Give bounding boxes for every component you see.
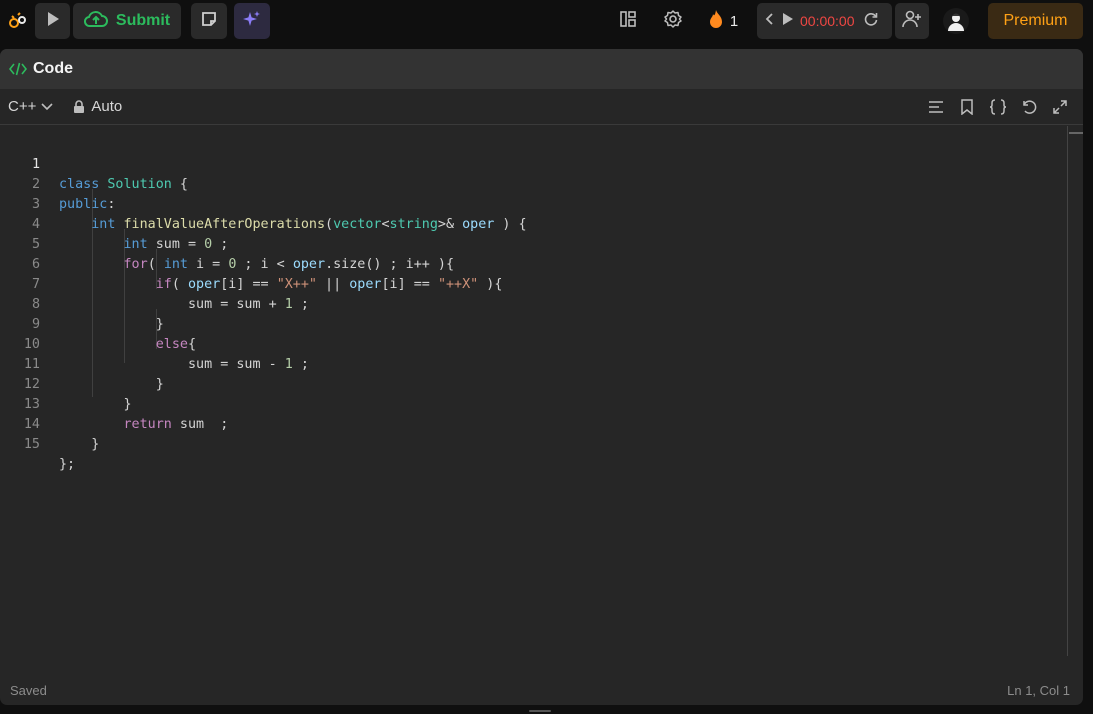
notes-button[interactable] <box>191 3 227 39</box>
leetcode-logo-icon[interactable] <box>4 3 32 39</box>
layout-icon <box>619 10 637 33</box>
layout-button[interactable] <box>614 3 642 39</box>
run-icon <box>46 11 60 32</box>
streak-counter[interactable]: 1 <box>705 3 741 39</box>
bookmark-icon[interactable] <box>951 99 982 115</box>
code-line: 1 class Solution { <box>0 135 1060 192</box>
expand-icon[interactable] <box>1044 99 1075 115</box>
fire-icon <box>708 9 724 34</box>
code-line: 12 } <box>0 355 1060 412</box>
code-line: 6 if( oper[i] == "X++" || oper[i] == "++… <box>0 235 1060 292</box>
top-bar: Submit 1 00:00:00 Premium <box>0 0 1093 44</box>
cloud-upload-icon <box>83 10 108 33</box>
chevron-left-icon[interactable] <box>765 12 775 31</box>
code-line: 4 int sum = 0 ; <box>0 195 1060 252</box>
code-line: 15 }; <box>0 415 1060 472</box>
editor-toolbar: C++ Auto <box>0 89 1083 125</box>
timer-display: 00:00:00 <box>800 13 855 29</box>
code-line: 7 sum = sum + 1 ; <box>0 255 1060 312</box>
add-user-button[interactable] <box>895 3 929 39</box>
line-number: 15 <box>23 437 40 452</box>
code-line: 10 sum = sum - 1 ; <box>0 315 1060 372</box>
save-status: Saved <box>10 682 47 698</box>
auto-mode-toggle[interactable]: Auto <box>73 98 122 115</box>
auto-mode-label: Auto <box>91 98 123 115</box>
editor-scrollbar[interactable] <box>1067 126 1068 656</box>
code-panel: Code C++ Auto 1 class Solution {2 publi… <box>0 49 1083 705</box>
lock-icon <box>73 99 85 114</box>
code-line: 9 else{ <box>0 295 1060 352</box>
submit-button[interactable]: Submit <box>73 3 181 39</box>
avatar[interactable] <box>942 3 970 39</box>
undo-icon[interactable] <box>1013 99 1044 115</box>
resize-handle[interactable] <box>529 710 551 712</box>
code-line: 5 for( int i = 0 ; i < oper.size() ; i++… <box>0 215 1060 272</box>
code-line: 8 } <box>0 275 1060 332</box>
sparkle-icon <box>242 9 262 34</box>
scroll-marker <box>1069 132 1083 134</box>
language-select[interactable]: C++ <box>8 98 53 115</box>
code-text: } <box>59 437 100 452</box>
panel-title: Code <box>33 60 73 77</box>
add-user-icon <box>902 10 922 33</box>
notes-icon <box>200 10 218 33</box>
reset-icon[interactable] <box>863 11 879 32</box>
status-bar: Saved Ln 1, Col 1 <box>0 675 1083 705</box>
chevron-down-icon <box>41 102 53 111</box>
code-editor[interactable]: 1 class Solution { 2 public: 3 int final… <box>0 135 1066 655</box>
timer-widget: 00:00:00 <box>757 3 892 39</box>
play-icon[interactable] <box>782 12 794 31</box>
code-line: 2 public: <box>0 155 1060 212</box>
format-icon[interactable] <box>920 100 951 114</box>
premium-label: Premium <box>1003 12 1068 29</box>
editor-tools <box>920 89 1075 125</box>
premium-button[interactable]: Premium <box>988 3 1083 39</box>
code-brackets-icon <box>9 61 27 77</box>
code-line: 13 return sum ; <box>0 375 1060 432</box>
braces-icon[interactable] <box>982 99 1013 115</box>
run-button[interactable] <box>35 3 70 39</box>
settings-icon <box>663 9 683 34</box>
code-line: 11 } <box>0 335 1060 392</box>
settings-button[interactable] <box>659 3 687 39</box>
panel-header: Code <box>0 49 1083 89</box>
submit-label: Submit <box>115 12 171 29</box>
code-line: 14 } <box>0 395 1060 452</box>
cursor-position: Ln 1, Col 1 <box>1007 682 1070 698</box>
code-text: }; <box>59 457 76 472</box>
ai-assist-button[interactable] <box>234 3 270 39</box>
code-line: 3 int finalValueAfterOperations(vector<s… <box>0 175 1060 232</box>
streak-count: 1 <box>729 12 739 30</box>
language-label: C++ <box>8 98 37 115</box>
